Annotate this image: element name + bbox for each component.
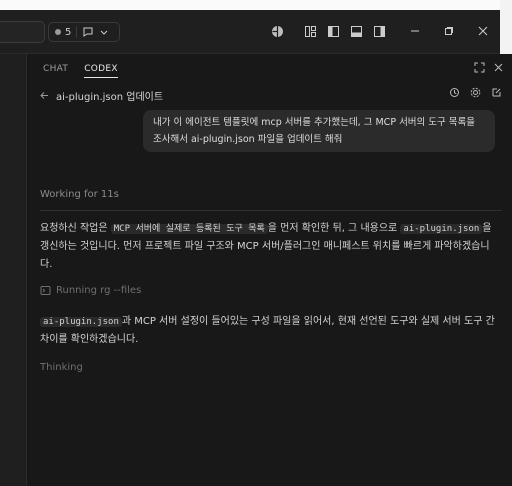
dot-icon <box>55 29 61 35</box>
minimize-button[interactable] <box>398 18 432 44</box>
tool-call-status[interactable]: Running rg --files <box>40 285 141 296</box>
message-text: 요청하신 작업은 <box>40 223 111 234</box>
codex-panel: CHAT CODEX ai-plugin.json 업데이트 내가 이 에이전트… <box>27 54 512 486</box>
restore-button[interactable] <box>432 18 466 44</box>
assistant-message: 요청하신 작업은 MCP 서버에 실제로 등록된 도구 목록 을 먼저 확인한 뒤… <box>40 220 500 274</box>
history-icon[interactable] <box>449 87 460 98</box>
inline-code: MCP 서버에 실제로 등록된 도구 목록 <box>110 224 268 234</box>
toggle-panel-icon[interactable] <box>345 20 367 42</box>
copilot-icon[interactable] <box>266 20 288 42</box>
gear-icon[interactable] <box>470 87 481 98</box>
tab-chat[interactable]: CHAT <box>43 64 68 78</box>
status-badge-group[interactable]: 5 <box>48 22 120 42</box>
working-status: Working for 11s <box>40 189 119 200</box>
toggle-secondary-sidebar-icon[interactable] <box>368 20 390 42</box>
panel-tabs: CHAT CODEX <box>43 64 118 78</box>
title-actions <box>265 18 500 44</box>
close-panel-icon[interactable] <box>493 62 504 73</box>
layout-customize-icon[interactable] <box>299 20 321 42</box>
thinking-status: Thinking <box>40 362 83 373</box>
breadcrumb: ai-plugin.json 업데이트 <box>39 88 163 103</box>
close-button[interactable] <box>466 18 500 44</box>
chevron-down-icon[interactable] <box>99 27 109 37</box>
editor-area <box>0 54 27 486</box>
inline-code: ai-plugin.json <box>40 317 122 327</box>
chat-bubble-icon[interactable] <box>82 26 94 38</box>
thread-tools <box>449 87 502 98</box>
assistant-message: ai-plugin.json 과 MCP 서버 설정이 들어있는 구성 파일을 읽… <box>40 313 500 349</box>
divider <box>40 210 502 211</box>
tab-codex[interactable]: CODEX <box>84 64 118 78</box>
terminal-icon <box>40 286 51 295</box>
top-gap <box>0 0 500 10</box>
new-chat-icon[interactable] <box>491 87 502 98</box>
tool-call-label: Running rg --files <box>56 285 142 296</box>
badge-count: 5 <box>65 26 72 38</box>
message-text: 을 먼저 확인한 뒤, 그 내용으로 <box>267 223 401 234</box>
title-bar: 5 <box>0 18 500 44</box>
back-arrow-icon[interactable] <box>39 90 50 101</box>
toggle-primary-sidebar-icon[interactable] <box>322 20 344 42</box>
thread-title: ai-plugin.json 업데이트 <box>56 92 164 103</box>
inline-code: ai-plugin.json <box>400 224 483 234</box>
panel-actions <box>474 62 504 73</box>
divider <box>76 26 78 38</box>
command-center[interactable] <box>0 21 45 43</box>
user-message: 내가 이 에이전트 템플릿에 mcp 서버를 추가했는데, 그 MCP 서버의 … <box>143 110 495 152</box>
maximize-panel-icon[interactable] <box>474 62 485 73</box>
